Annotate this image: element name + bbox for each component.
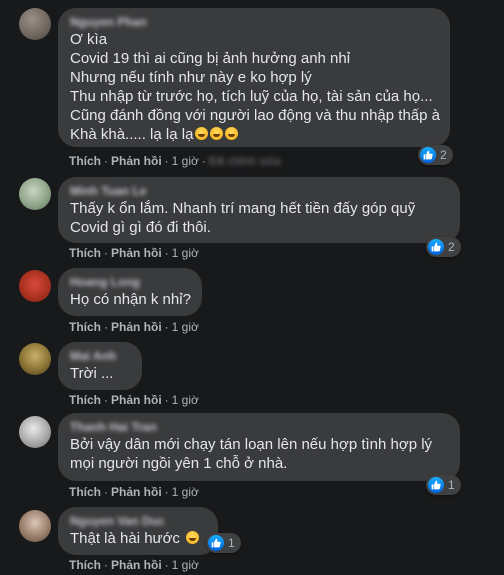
laughing-emoji-icon <box>186 531 200 544</box>
comment-author[interactable]: Thanh Hai Tran <box>70 420 448 435</box>
like-button[interactable]: Thích <box>69 485 101 499</box>
reaction-summary[interactable]: 2 <box>418 145 453 165</box>
separator: · <box>164 320 169 334</box>
comment-text-line: Nhưng nếu tính như này e ko hợp lý <box>70 69 312 86</box>
grinning-emoji-icon <box>210 127 224 140</box>
separator: · <box>104 558 108 572</box>
grinning-emoji-icon <box>225 127 239 140</box>
reaction-summary[interactable]: 2 <box>426 237 461 257</box>
avatar[interactable] <box>19 8 51 40</box>
comment-actions: Thích · Phản hồi · 1 giờ <box>69 485 199 499</box>
like-icon <box>208 535 224 551</box>
reaction-count: 2 <box>440 148 447 162</box>
like-button[interactable]: Thích <box>69 558 101 572</box>
comment-actions: Thích · Phản hồi · 1 giờ · Đã chỉnh sửa <box>69 154 280 168</box>
comment-text-line: Thu nhập từ trước họ, tích luỹ của họ, t… <box>70 88 433 105</box>
like-button[interactable]: Thích <box>69 246 101 260</box>
separator: · <box>104 320 108 334</box>
separator: · <box>164 558 169 572</box>
comment-time[interactable]: 1 giờ <box>172 320 199 334</box>
comment-text-line: Cũng đánh đồng với người lao động và thu… <box>70 107 440 124</box>
comment-text-line: Thật là hài hước <box>70 529 206 548</box>
reply-button[interactable]: Phản hồi <box>111 393 162 407</box>
comment-actions: Thích · Phản hồi · 1 giờ <box>69 393 199 407</box>
comment-author[interactable]: Hoang Long <box>70 275 190 290</box>
like-icon <box>420 147 436 163</box>
comment-author[interactable]: Mai Anh <box>70 349 130 364</box>
comment-bubble: Mai Anh Trời ... <box>58 342 142 390</box>
separator: · <box>164 154 169 168</box>
like-icon <box>428 239 444 255</box>
comment-actions: Thích · Phản hồi · 1 giờ <box>69 246 199 260</box>
comment-bubble: Minh Tuan Le Thấy k ổn lắm. Nhanh trí ma… <box>58 177 460 243</box>
separator: · <box>104 485 108 499</box>
grinning-emoji-icon <box>195 127 209 140</box>
comment-time[interactable]: 1 giờ <box>172 558 199 572</box>
comment-bubble: Nguyen Van Duc Thật là hài hước <box>58 507 218 555</box>
like-button[interactable]: Thích <box>69 393 101 407</box>
comment-bubble: Hoang Long Họ có nhận k nhỉ? <box>58 268 202 316</box>
comment-text-line: Họ có nhận k nhỉ? <box>70 291 191 308</box>
separator: · <box>164 393 169 407</box>
comment-bubble: Thanh Hai Tran Bởi vậy dân mới chạy tán … <box>58 413 460 481</box>
comment-bubble: Nguyen Phan Ơ kìa Covid 19 thì ai cũng b… <box>58 8 450 147</box>
comment-actions: Thích · Phản hồi · 1 giờ <box>69 320 199 334</box>
separator: · <box>104 393 108 407</box>
separator: · <box>164 485 169 499</box>
edited-label: Đã chỉnh sửa <box>208 154 281 168</box>
avatar[interactable] <box>19 178 51 210</box>
reply-button[interactable]: Phản hồi <box>111 320 162 334</box>
comment-text-line: Covid 19 thì ai cũng bị ảnh hưởng anh nh… <box>70 50 351 67</box>
reaction-summary[interactable]: 1 <box>206 533 241 553</box>
avatar[interactable] <box>19 270 51 302</box>
separator: · <box>104 154 108 168</box>
like-icon <box>428 477 444 493</box>
reaction-count: 1 <box>448 478 455 492</box>
comment-time[interactable]: 1 giờ <box>172 154 199 168</box>
comment-text-line: Khà khà..... lạ lạ lạ <box>70 125 438 144</box>
separator: · <box>104 246 108 260</box>
reaction-count: 2 <box>448 240 455 254</box>
reply-button[interactable]: Phản hồi <box>111 154 162 168</box>
like-button[interactable]: Thích <box>69 320 101 334</box>
comment-time[interactable]: 1 giờ <box>172 393 199 407</box>
avatar[interactable] <box>19 416 51 448</box>
comment-actions: Thích · Phản hồi · 1 giờ <box>69 558 199 572</box>
like-button[interactable]: Thích <box>69 154 101 168</box>
avatar[interactable] <box>19 343 51 375</box>
reaction-count: 1 <box>228 536 235 550</box>
reply-button[interactable]: Phản hồi <box>111 558 162 572</box>
comment-author[interactable]: Nguyen Van Duc <box>70 514 206 529</box>
avatar[interactable] <box>19 510 51 542</box>
comment-text-last: Khà khà..... lạ lạ lạ <box>70 126 194 143</box>
comment-author[interactable]: Nguyen Phan <box>70 15 438 30</box>
reply-button[interactable]: Phản hồi <box>111 485 162 499</box>
comment-author[interactable]: Minh Tuan Le <box>70 184 448 199</box>
comment-text-line: Trời ... <box>70 365 114 382</box>
comment-text-line: Bởi vậy dân mới chạy tán loạn lên nếu hợ… <box>70 436 433 453</box>
comment-text-line: mọi người ngồi yên 1 chỗ ở nhà. <box>70 455 288 472</box>
comment-time[interactable]: 1 giờ <box>172 246 199 260</box>
comment-text-line: Covid gì gì đó đi thôi. <box>70 219 211 236</box>
reply-button[interactable]: Phản hồi <box>111 246 162 260</box>
comment-time[interactable]: 1 giờ <box>172 485 199 499</box>
separator: · <box>164 246 169 260</box>
comment-text-line: Ơ kìa <box>70 31 108 48</box>
reaction-summary[interactable]: 1 <box>426 475 461 495</box>
comment-text: Thật là hài hước <box>70 530 180 547</box>
comment-text-line: Thấy k ổn lắm. Nhanh trí mang hết tiền đ… <box>70 200 416 217</box>
separator: · <box>201 154 206 168</box>
